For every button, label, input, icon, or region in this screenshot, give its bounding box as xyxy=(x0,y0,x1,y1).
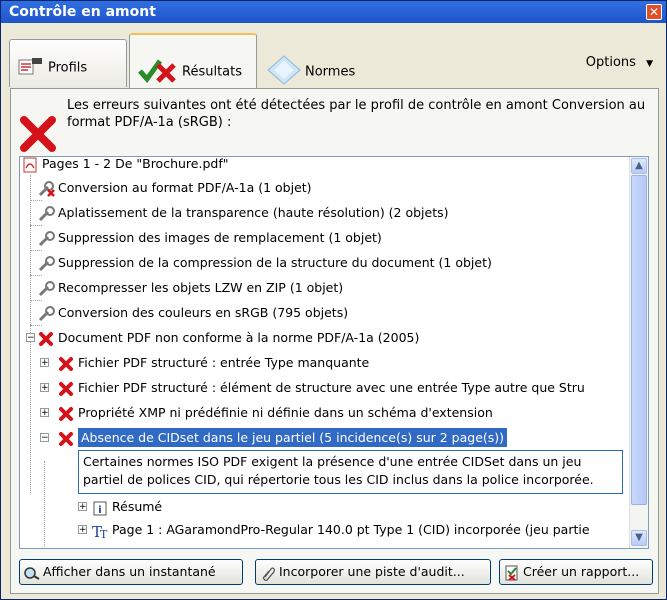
report-icon xyxy=(504,565,520,581)
audit-trail-button[interactable]: Incorporer une piste d'audit... xyxy=(255,559,491,585)
expand-toggle[interactable]: + xyxy=(40,358,49,368)
results-tree[interactable]: Pages 1 - 2 De "Brochure.pdf" Conversion… xyxy=(19,156,649,549)
tree-item-nonconform[interactable]: Document PDF non conforme à la norme PDF… xyxy=(38,327,419,349)
wrench-icon xyxy=(38,205,56,222)
error-header: Les erreurs suivantes ont été détectées … xyxy=(19,97,649,153)
title-bar[interactable]: Contrôle en amont ✕ xyxy=(1,1,666,23)
tree-item-label: Fichier PDF structuré : élément de struc… xyxy=(78,380,585,395)
tree-root[interactable]: Pages 1 - 2 De "Brochure.pdf" xyxy=(22,156,229,175)
tree-item-summary[interactable]: i Résumé xyxy=(92,496,162,518)
tree-item-fixup[interactable]: Recompresser les objets LZW en ZIP (1 ob… xyxy=(38,277,343,299)
tree-item-label: Suppression de la compression de la stru… xyxy=(58,255,492,270)
paperclip-icon xyxy=(260,565,276,581)
tree-item-label: Propriété XMP ni prédéfinie ni définie d… xyxy=(78,405,493,420)
font-icon: TT xyxy=(92,523,110,541)
expand-toggle[interactable]: + xyxy=(40,383,49,393)
tab-profils-label: Profils xyxy=(48,60,88,76)
error-x-icon xyxy=(58,356,76,372)
tree-item-error[interactable]: Propriété XMP ni prédéfinie ni définie d… xyxy=(58,402,493,424)
expand-toggle[interactable]: + xyxy=(78,525,87,535)
error-detail: Certaines normes ISO PDF exigent la prés… xyxy=(78,450,623,494)
tree-item-fixup[interactable]: Suppression de la compression de la stru… xyxy=(38,252,492,274)
options-menu[interactable]: Options ▼ xyxy=(586,55,653,70)
magnifier-icon xyxy=(24,565,40,581)
expand-toggle[interactable]: + xyxy=(40,408,49,418)
tree-root-label: Pages 1 - 2 De "Brochure.pdf" xyxy=(42,156,229,171)
tree-item-label: Conversion au format PDF/A-1a (1 objet) xyxy=(58,180,312,195)
tree-item-fixup[interactable]: Aplatissement de la transparence (haute … xyxy=(38,202,449,224)
tree-item-label: Absence de CIDset dans le jeu partiel (5… xyxy=(78,428,508,447)
snapshot-button-label: Afficher dans un instantané xyxy=(43,564,216,579)
tree-item-label: Aplatissement de la transparence (haute … xyxy=(58,205,449,220)
error-x-icon xyxy=(20,116,56,152)
tree-item-error[interactable]: Fichier PDF structuré : entrée Type manq… xyxy=(58,352,369,374)
dropdown-arrow-icon: ▼ xyxy=(646,59,653,69)
tree-item-label: Suppression des images de remplacement (… xyxy=(58,230,382,245)
close-button[interactable]: ✕ xyxy=(646,4,662,20)
svg-text:i: i xyxy=(98,505,101,516)
wrench-icon xyxy=(38,305,56,322)
button-bar: Afficher dans un instantané Incorporer u… xyxy=(11,559,660,589)
scroll-thumb[interactable] xyxy=(631,175,647,505)
tab-normes-label: Normes xyxy=(305,64,356,80)
pdf-icon xyxy=(22,157,40,173)
error-x-icon xyxy=(58,431,76,447)
tree-item-label: Résumé xyxy=(112,499,163,514)
tab-profils[interactable]: Profils xyxy=(9,39,127,87)
tab-normes[interactable]: Normes xyxy=(259,39,369,87)
scroll-up-button[interactable]: ▲ xyxy=(631,158,647,174)
wrench-icon xyxy=(38,230,56,247)
scroll-down-button[interactable]: ▼ xyxy=(631,530,647,546)
svg-text:T: T xyxy=(100,528,108,539)
options-label: Options xyxy=(585,55,636,70)
tree-item-label: Conversion des couleurs en sRGB (795 obj… xyxy=(58,305,349,320)
expand-toggle[interactable]: + xyxy=(78,502,87,512)
profile-icon xyxy=(18,56,44,80)
diamond-icon xyxy=(267,55,301,89)
error-x-icon xyxy=(38,331,56,347)
tree-item-label: Fichier PDF structuré : entrée Type manq… xyxy=(78,355,370,370)
audit-trail-button-label: Incorporer une piste d'audit... xyxy=(279,564,465,579)
close-icon: ✕ xyxy=(648,5,660,19)
collapse-toggle[interactable]: − xyxy=(26,333,35,343)
info-icon: i xyxy=(92,500,110,516)
preflight-window: Contrôle en amont ✕ Profils Résultats No… xyxy=(0,0,667,600)
tree-item-error-selected[interactable]: Absence de CIDset dans le jeu partiel (5… xyxy=(58,427,508,449)
results-icon xyxy=(138,57,178,87)
tree-item-fixup[interactable]: Suppression des images de remplacement (… xyxy=(38,227,382,249)
tree-item-label: Recompresser les objets LZW en ZIP (1 ob… xyxy=(58,280,344,295)
error-message: Les erreurs suivantes ont été détectées … xyxy=(67,98,646,130)
tab-resultats-label: Résultats xyxy=(182,64,243,80)
window-title: Contrôle en amont xyxy=(9,4,156,20)
tree-item-error[interactable]: Fichier PDF structuré : élément de struc… xyxy=(58,377,585,399)
wrench-icon xyxy=(38,255,56,272)
vertical-scrollbar[interactable]: ▲ ▼ xyxy=(629,157,648,548)
results-panel: Les erreurs suivantes ont été détectées … xyxy=(10,88,659,594)
tree-item-page[interactable]: T T Page 1 : AGaramondPro-Regular 140.0 pt… xyxy=(92,519,590,541)
tree-item-fixup[interactable]: Conversion au format PDF/A-1a (1 objet) xyxy=(38,177,312,199)
collapse-toggle[interactable]: − xyxy=(40,433,49,443)
wrench-error-icon xyxy=(38,180,56,197)
tab-resultats[interactable]: Résultats xyxy=(129,33,257,89)
tab-bar: Profils Résultats Normes Options ▼ xyxy=(9,31,659,89)
create-report-button-label: Créer un rapport... xyxy=(523,564,640,579)
error-x-icon xyxy=(58,381,76,397)
tree-item-fixup[interactable]: Conversion des couleurs en sRGB (795 obj… xyxy=(38,302,348,324)
error-x-icon xyxy=(58,406,76,422)
wrench-icon xyxy=(38,280,56,297)
snapshot-button[interactable]: Afficher dans un instantané xyxy=(19,559,243,585)
tree-item-label: Document PDF non conforme à la norme PDF… xyxy=(58,330,420,345)
create-report-button[interactable]: Créer un rapport... xyxy=(499,559,653,585)
tree-item-label: Page 1 : AGaramondPro-Regular 140.0 pt T… xyxy=(112,522,590,537)
